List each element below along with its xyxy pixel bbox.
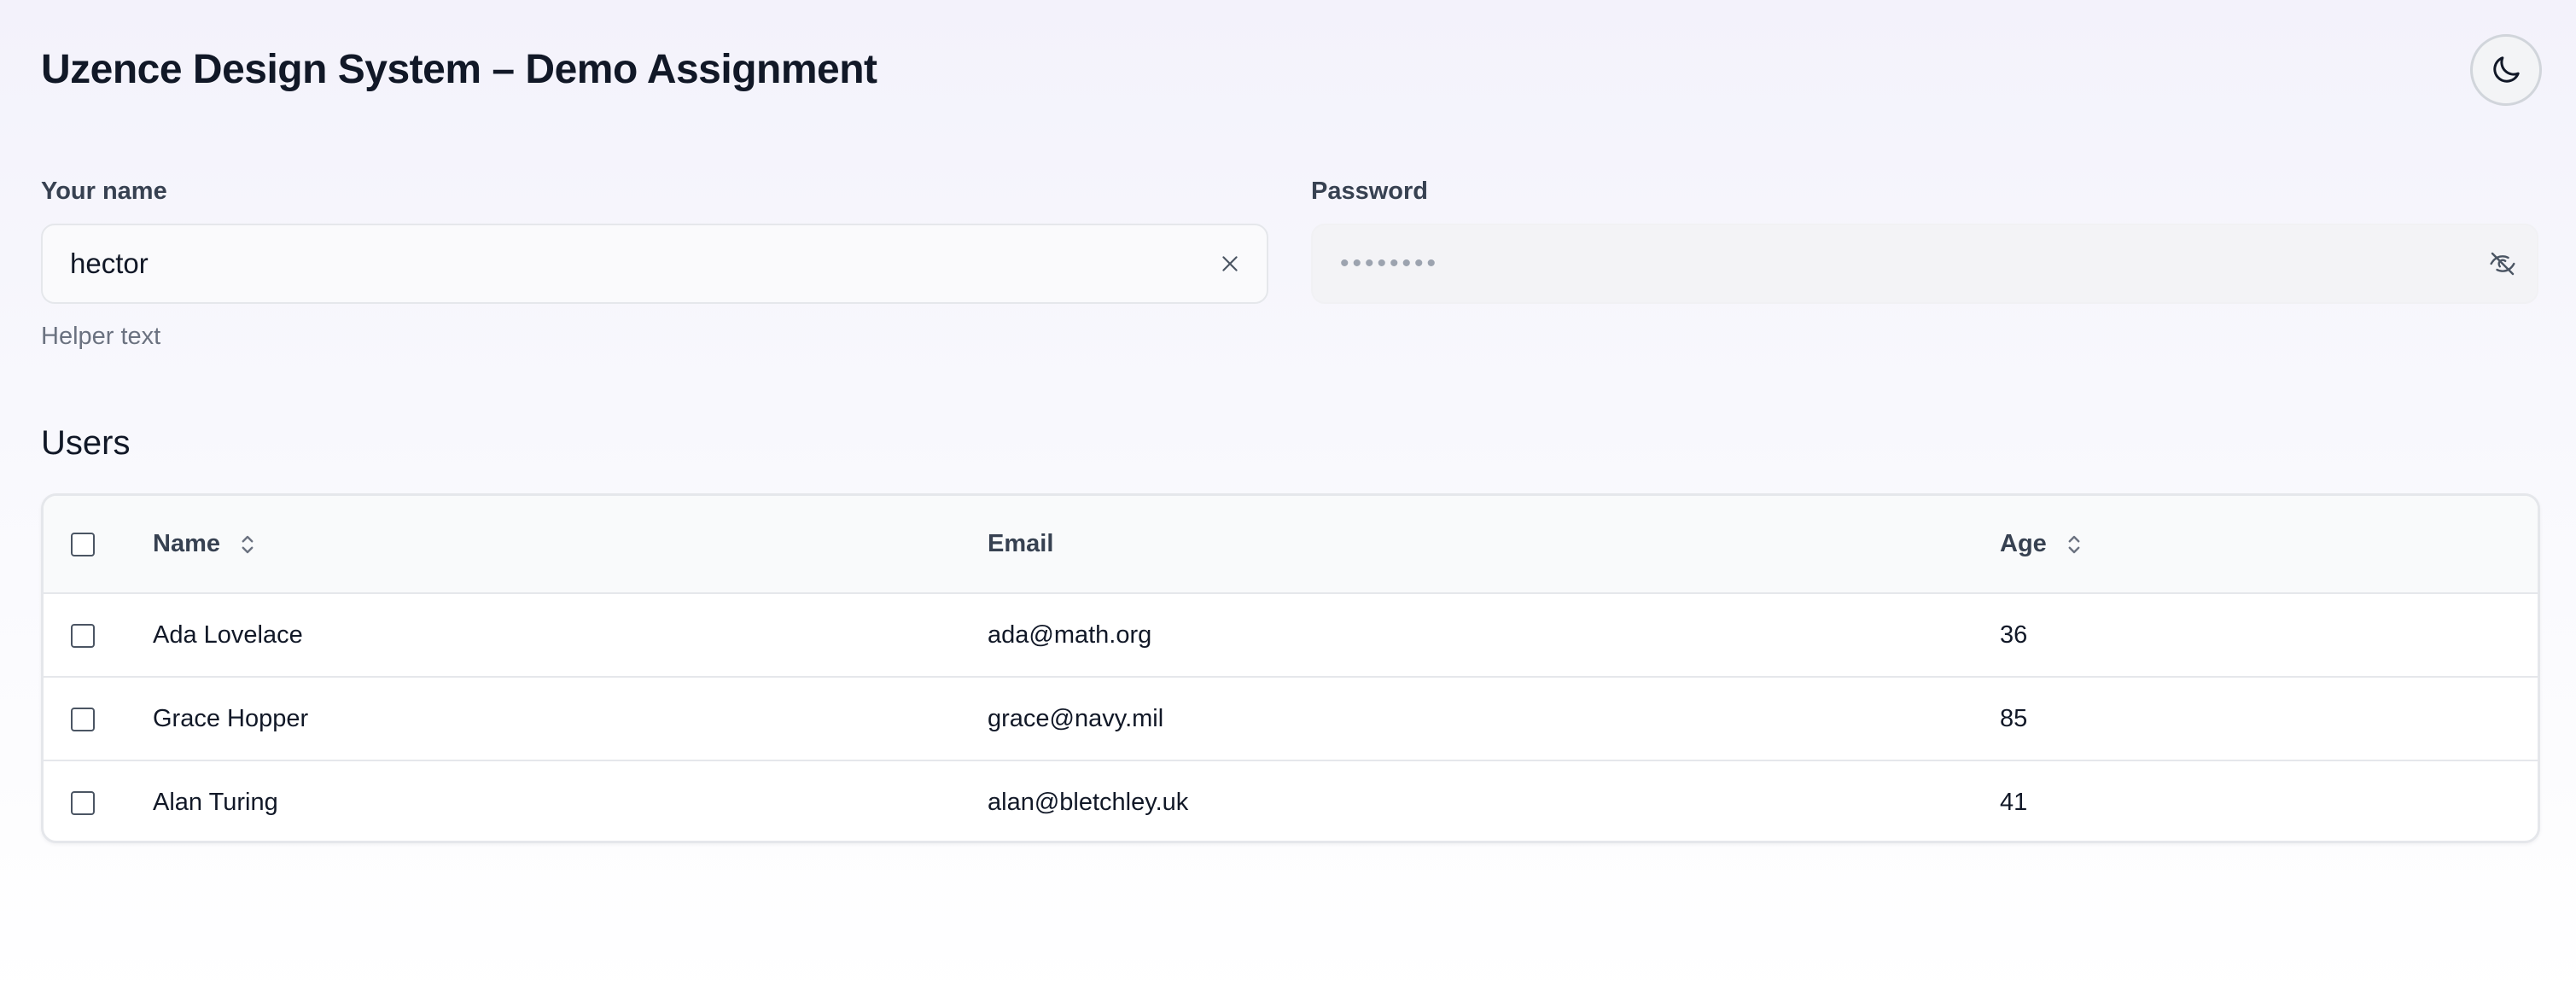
cell-age: 36 bbox=[2000, 620, 2028, 649]
column-header-name[interactable]: Name bbox=[153, 496, 988, 593]
eye-off-icon bbox=[2490, 252, 2515, 276]
cell-email: alan@bletchley.uk bbox=[988, 789, 1189, 816]
table-row[interactable]: Ada Lovelace ada@math.org 36 bbox=[44, 593, 2538, 677]
select-all-checkbox[interactable] bbox=[71, 533, 95, 557]
column-header-age-label: Age bbox=[2000, 530, 2047, 557]
select-all-cell bbox=[44, 496, 153, 593]
column-header-age-inner[interactable]: Age bbox=[2000, 530, 2083, 558]
column-header-name-label: Name bbox=[153, 530, 220, 557]
name-helper-text: Helper text bbox=[41, 323, 161, 350]
cell-age: 85 bbox=[2000, 704, 2028, 732]
users-table-card: Name Email Age Ada Lovelace ada@math.org… bbox=[41, 493, 2540, 843]
moon-icon bbox=[2493, 56, 2520, 83]
row-checkbox[interactable] bbox=[71, 623, 95, 648]
password-field-label: Password bbox=[1311, 178, 1428, 205]
row-select-cell bbox=[44, 593, 153, 677]
password-field: Password bbox=[1311, 176, 2538, 304]
table-row[interactable]: Grace Hopper grace@navy.mil 85 bbox=[44, 677, 2538, 760]
close-icon bbox=[1222, 256, 1238, 271]
cell-email: grace@navy.mil bbox=[988, 704, 1164, 732]
name-input-wrapper bbox=[41, 224, 1268, 304]
name-field-label: Your name bbox=[41, 178, 167, 205]
cell-name: Ada Lovelace bbox=[153, 620, 303, 649]
clear-button[interactable] bbox=[1214, 248, 1246, 280]
page-title: Uzence Design System – Demo Assignment bbox=[41, 47, 877, 92]
toggle-password-visibility-button[interactable] bbox=[2486, 248, 2520, 280]
column-header-email: Email bbox=[988, 496, 2000, 593]
sort-icon[interactable] bbox=[2066, 532, 2083, 557]
table-header-row: Name Email Age bbox=[44, 496, 2538, 593]
password-input[interactable] bbox=[1340, 225, 2450, 302]
row-checkbox[interactable] bbox=[71, 791, 95, 816]
cell-name: Alan Turing bbox=[153, 789, 278, 816]
table-row[interactable]: Alan Turing alan@bletchley.uk 41 bbox=[44, 760, 2538, 841]
cell-email: ada@math.org bbox=[988, 620, 1152, 649]
column-header-name-inner[interactable]: Name bbox=[153, 530, 256, 558]
password-input-wrapper bbox=[1311, 224, 2538, 304]
theme-toggle-button[interactable] bbox=[2470, 34, 2542, 106]
row-checkbox[interactable] bbox=[71, 707, 95, 731]
column-header-email-label: Email bbox=[988, 530, 1054, 557]
row-select-cell bbox=[44, 760, 153, 841]
name-field: Your name Helper text bbox=[41, 176, 1268, 352]
users-section-title: Users bbox=[41, 424, 131, 462]
users-table: Name Email Age Ada Lovelace ada@math.org… bbox=[44, 496, 2538, 841]
row-select-cell bbox=[44, 677, 153, 760]
page-header: Uzence Design System – Demo Assignment bbox=[41, 34, 2542, 106]
cell-name: Grace Hopper bbox=[153, 704, 309, 732]
sort-icon[interactable] bbox=[239, 532, 256, 557]
cell-age: 41 bbox=[2000, 789, 2028, 816]
name-input[interactable] bbox=[70, 225, 1180, 302]
column-header-age[interactable]: Age bbox=[2000, 496, 2538, 593]
